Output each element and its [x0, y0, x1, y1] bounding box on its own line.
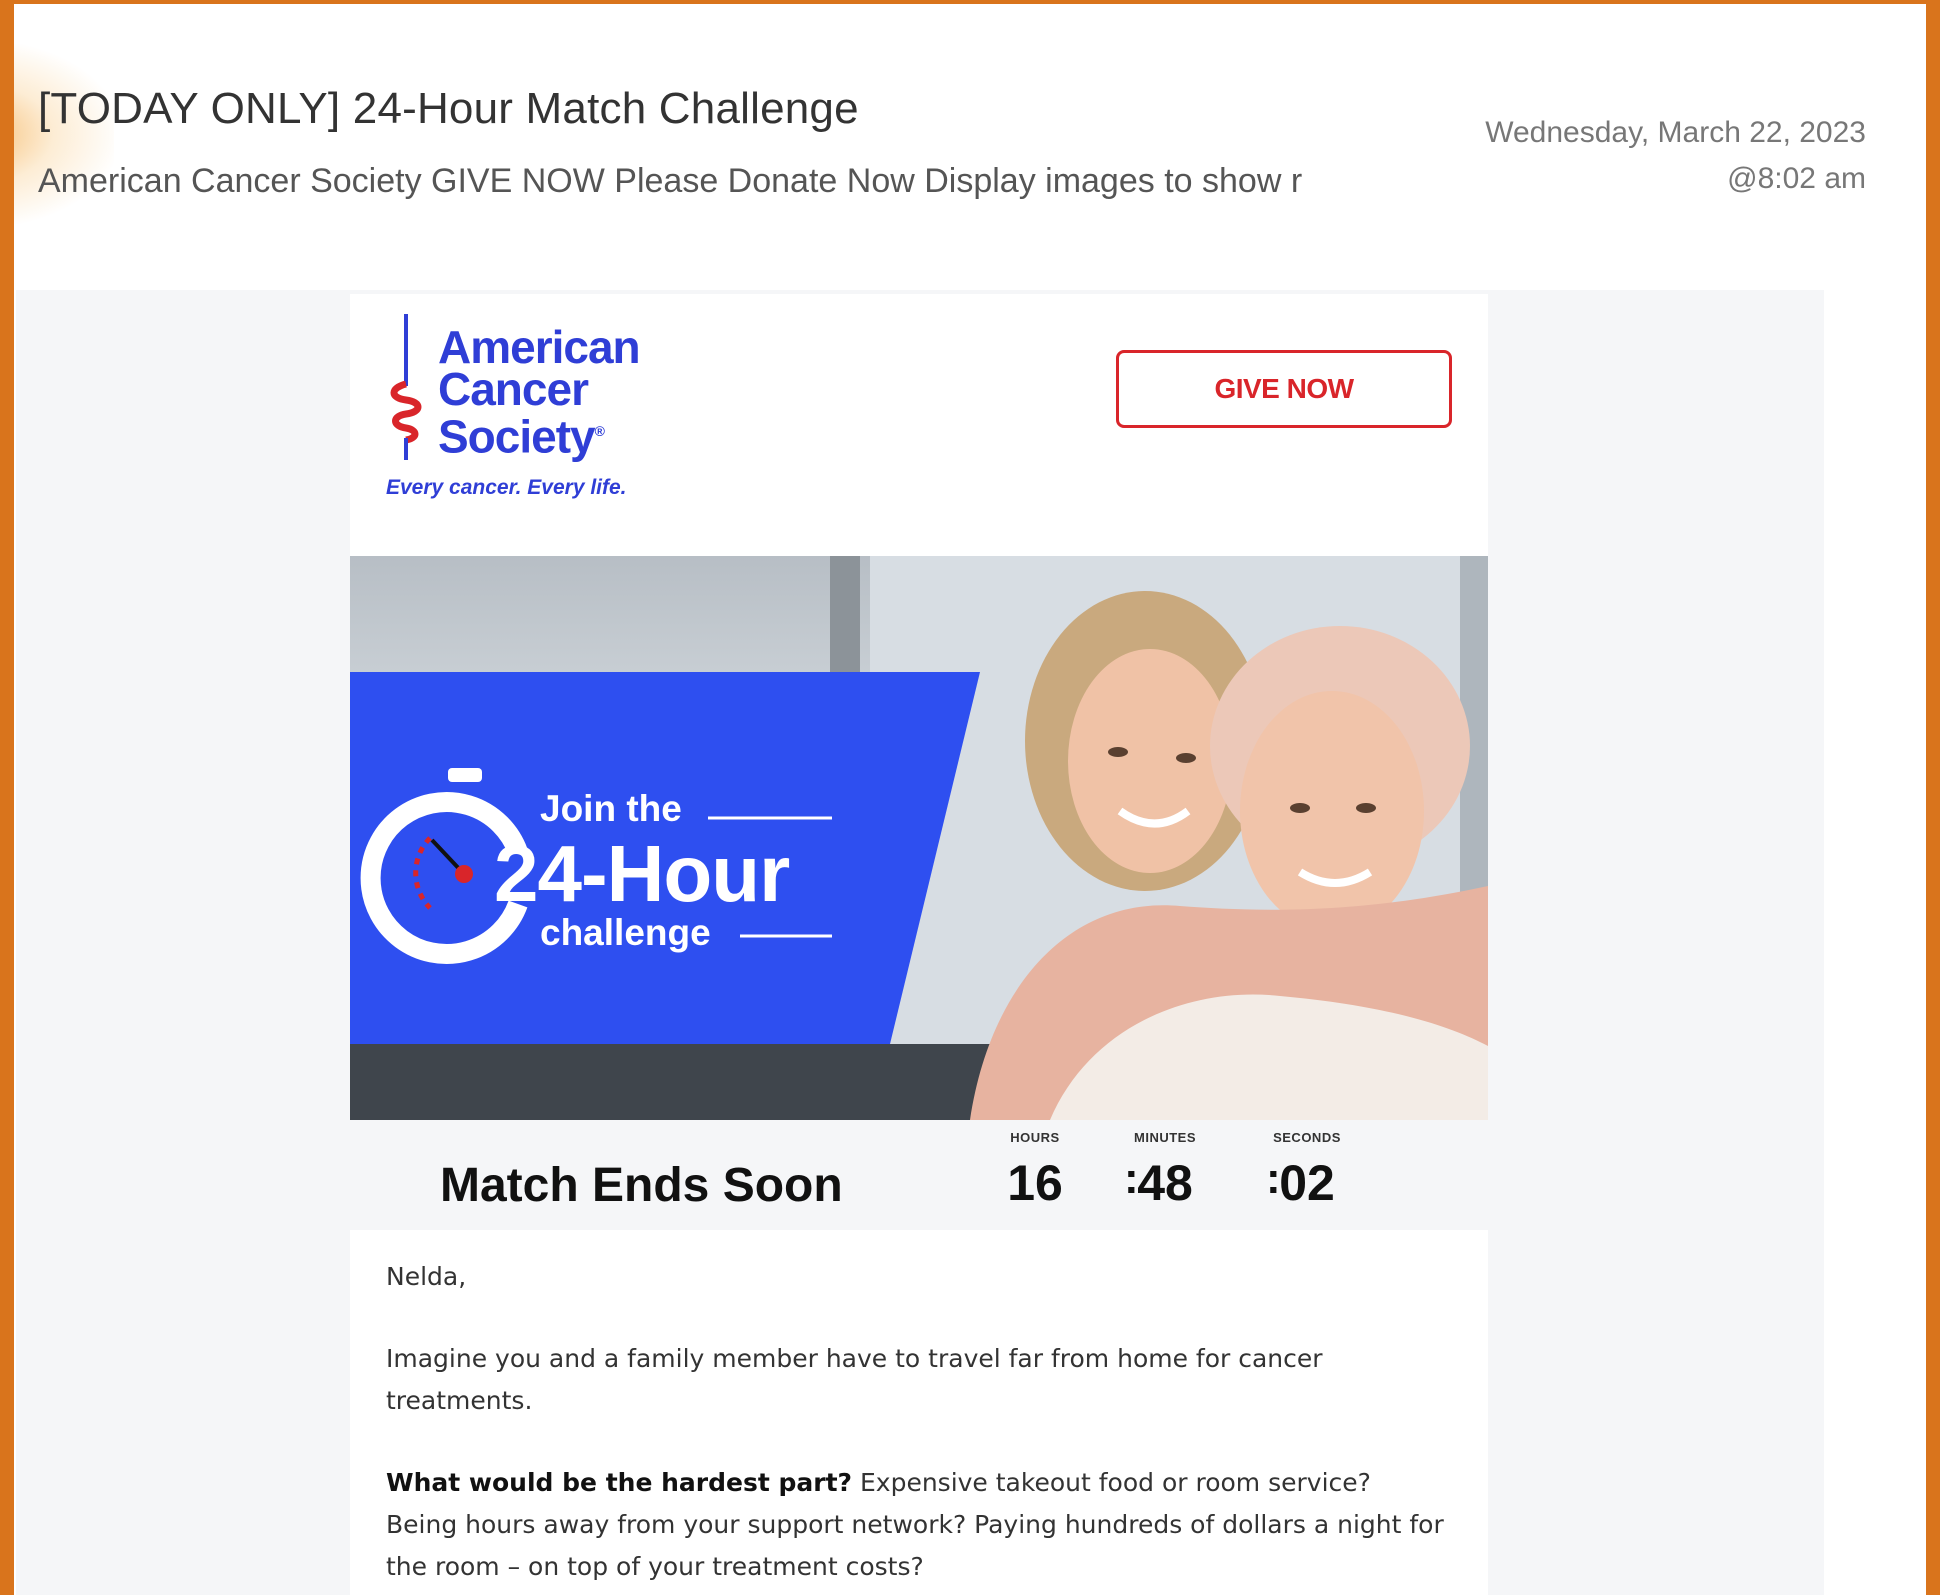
logo-line-3-text: Society	[438, 410, 596, 463]
seconds-label: SECONDS	[1273, 1130, 1341, 1145]
paragraph-1: Imagine you and a family member have to …	[386, 1344, 1323, 1415]
email-date: Wednesday, March 22, 2023 @8:02 am	[1485, 110, 1866, 202]
logo-line-3: Society®	[438, 410, 640, 459]
email-subject: [TODAY ONLY] 24-Hour Match Challenge	[38, 84, 859, 133]
hero-headline: 24-Hour	[494, 829, 790, 918]
email-date-time: @8:02 am	[1727, 162, 1866, 195]
countdown-section: Match Ends Soon HOURS MINUTES SECONDS 16…	[350, 1120, 1488, 1230]
logo-line-2: Cancer	[438, 363, 589, 415]
match-ends-title: Match Ends Soon	[440, 1159, 843, 1212]
hero-banner[interactable]: Join the 24-Hour challenge	[350, 556, 1488, 1120]
greeting: Nelda,	[386, 1262, 467, 1291]
hours-label: HOURS	[1010, 1130, 1060, 1145]
minutes-label: MINUTES	[1134, 1130, 1196, 1145]
paragraph-2: What would be the hardest part? Expensiv…	[386, 1462, 1446, 1588]
hours-value: 16	[1007, 1155, 1063, 1211]
logo-line-1: American	[438, 321, 641, 373]
give-now-button[interactable]: GIVE NOW	[1116, 350, 1452, 428]
acs-logo[interactable]: American Cancer Society® Every cancer. E…	[386, 314, 686, 514]
email-window: [TODAY ONLY] 24-Hour Match Challenge Ame…	[14, 4, 1926, 1595]
minutes-value: 48	[1137, 1155, 1193, 1211]
email-preview: American Cancer Society GIVE NOW Please …	[38, 162, 1303, 200]
seconds-value: 02	[1279, 1155, 1335, 1211]
email-date-day: Wednesday, March 22, 2023	[1485, 116, 1866, 149]
logo-wordmark: American Cancer Society®	[438, 321, 641, 459]
logo-tagline: Every cancer. Every life.	[386, 476, 627, 499]
sword-of-hope-icon	[390, 314, 422, 460]
hero-challenge-text: challenge	[540, 912, 711, 953]
paragraph-2-question: What would be the hardest part?	[386, 1468, 853, 1497]
registered-mark: ®	[594, 423, 605, 439]
email-body-text: Nelda, Imagine you and a family member h…	[386, 1256, 1446, 1595]
email-content-card: American Cancer Society® Every cancer. E…	[350, 294, 1488, 1595]
hero-join-text: Join the	[540, 788, 682, 829]
